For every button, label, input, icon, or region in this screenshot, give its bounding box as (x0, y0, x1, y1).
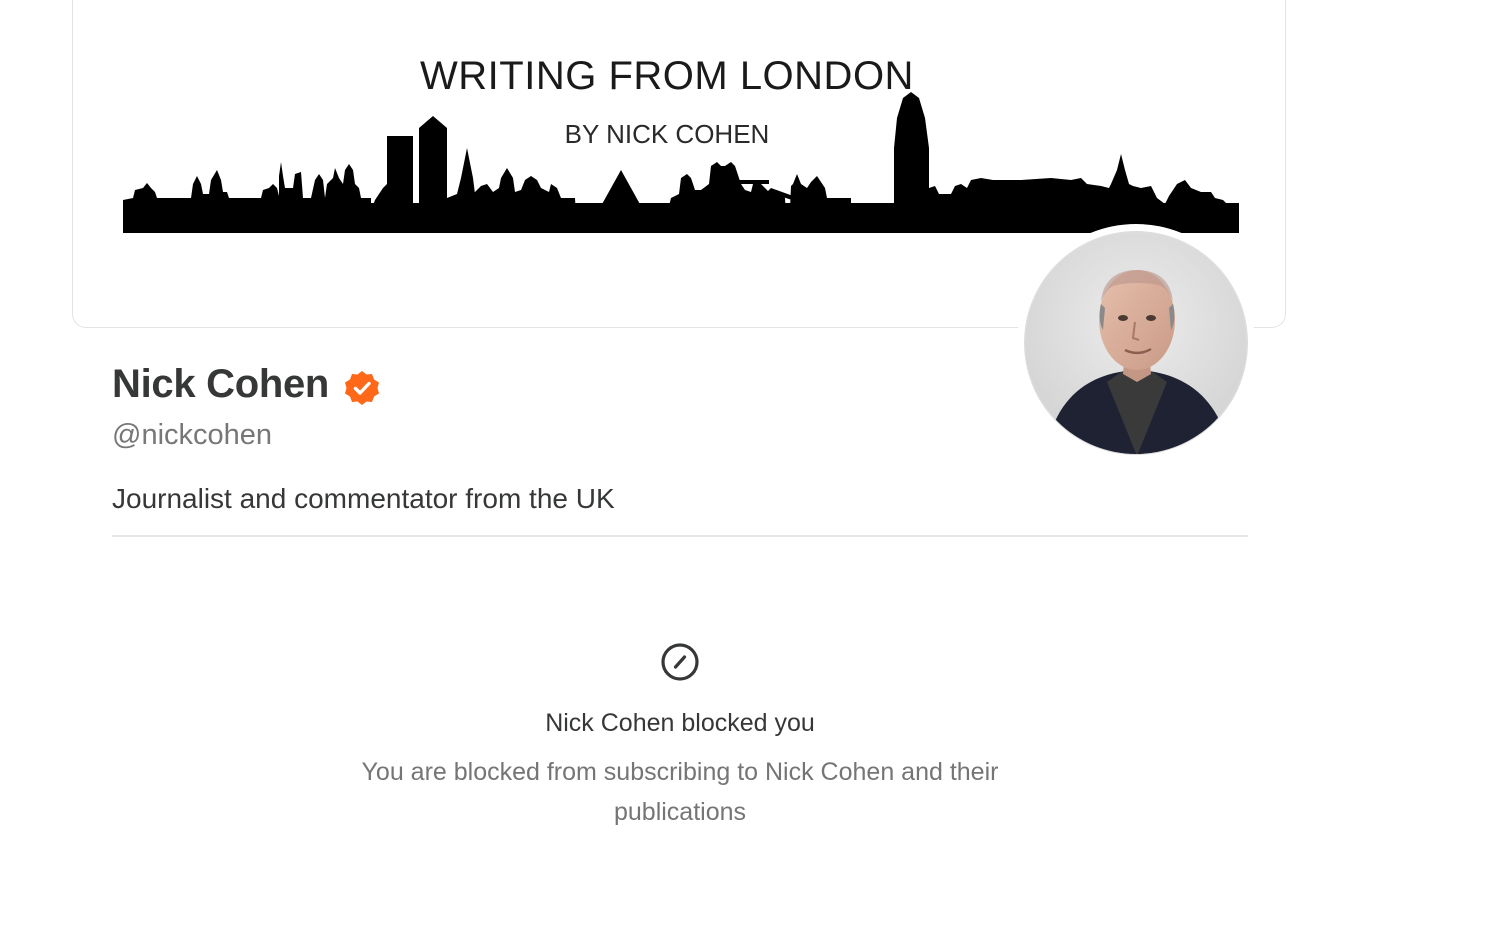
london-skyline-image (123, 92, 1239, 233)
avatar[interactable] (1024, 231, 1248, 455)
profile-page: WRITING FROM LONDON BY NICK COHEN Nick C… (0, 0, 1502, 928)
profile-photo (1025, 232, 1247, 454)
verified-badge-icon (345, 371, 379, 405)
blocked-title: Nick Cohen blocked you (545, 709, 815, 737)
blocked-description: You are blocked from subscribing to Nick… (361, 758, 999, 826)
profile-bio: Journalist and commentator from the UK (112, 483, 615, 514)
divider (112, 535, 1248, 537)
profile-handle: @nickcohen (112, 419, 273, 451)
profile-name: Nick Cohen (112, 362, 330, 406)
blocked-icon (661, 643, 699, 681)
